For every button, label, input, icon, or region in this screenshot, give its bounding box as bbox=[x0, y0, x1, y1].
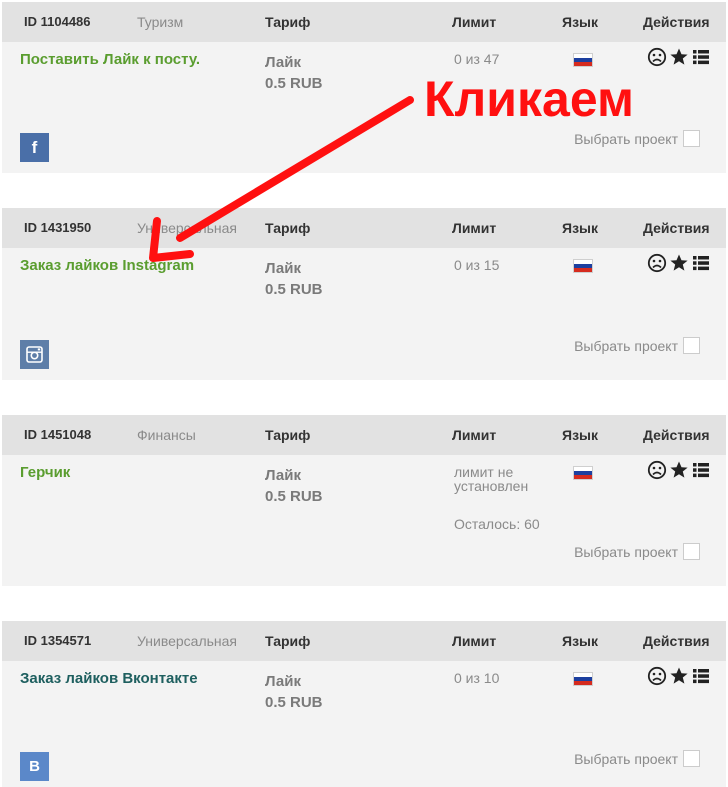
card-body: Заказ лайков Вконтакте Лайк 0.5 RUB 0 из… bbox=[2, 661, 726, 787]
choose-project-checkbox[interactable] bbox=[683, 130, 700, 147]
list-icon[interactable] bbox=[691, 666, 711, 686]
choose-project: Выбрать проект bbox=[574, 543, 700, 560]
limit-header: Лимит bbox=[452, 220, 497, 236]
tariff-header: Тариф bbox=[265, 220, 311, 236]
choose-project-checkbox[interactable] bbox=[683, 337, 700, 354]
tariff-price: 0.5 RUB bbox=[265, 488, 323, 505]
russia-flag-icon bbox=[573, 53, 593, 67]
actions-group bbox=[647, 666, 713, 686]
page: ID 1104486 Туризм Тариф Лимит Язык Дейст… bbox=[0, 0, 728, 787]
tariff-value: Лайк 0.5 RUB bbox=[265, 671, 323, 713]
project-title-link[interactable]: Заказ лайков Вконтакте bbox=[20, 670, 198, 687]
tariff-value: Лайк 0.5 RUB bbox=[265, 52, 323, 94]
card-body: Заказ лайков Instagram Лайк 0.5 RUB 0 из… bbox=[2, 248, 726, 380]
tariff-header: Тариф bbox=[265, 427, 311, 443]
facebook-icon[interactable]: f bbox=[20, 133, 49, 162]
actions-header: Действия bbox=[643, 633, 710, 649]
list-icon[interactable] bbox=[691, 253, 711, 273]
card-header: ID 1451048 Финансы Тариф Лимит Язык Дейс… bbox=[2, 415, 726, 455]
choose-project: Выбрать проект bbox=[574, 337, 700, 354]
tariff-header: Тариф bbox=[265, 633, 311, 649]
star-icon[interactable] bbox=[669, 253, 689, 273]
card-body: Герчик Лайк 0.5 RUB лимит не установлен … bbox=[2, 455, 726, 586]
star-icon[interactable] bbox=[669, 47, 689, 67]
tariff-price: 0.5 RUB bbox=[265, 281, 323, 298]
russia-flag-icon bbox=[573, 672, 593, 686]
list-icon[interactable] bbox=[691, 460, 711, 480]
instagram-icon[interactable] bbox=[20, 340, 49, 369]
actions-header: Действия bbox=[643, 14, 710, 30]
tariff-price: 0.5 RUB bbox=[265, 75, 323, 92]
limit-header: Лимит bbox=[452, 14, 497, 30]
project-title-link[interactable]: Заказ лайков Instagram bbox=[20, 257, 194, 274]
actions-header: Действия bbox=[643, 220, 710, 236]
limit-value: лимит не установлен bbox=[454, 464, 529, 494]
tariff-price: 0.5 RUB bbox=[265, 694, 323, 711]
project-category: Туризм bbox=[137, 14, 184, 30]
limit-value: 0 из 15 bbox=[454, 257, 500, 273]
project-id: ID 1354571 bbox=[24, 633, 92, 648]
tariff-value: Лайк 0.5 RUB bbox=[265, 258, 323, 300]
project-category: Универсальная bbox=[137, 633, 238, 649]
instagram-glyph-icon bbox=[26, 346, 43, 363]
choose-project-checkbox[interactable] bbox=[683, 750, 700, 767]
actions-group bbox=[647, 253, 713, 273]
annotation-label: Кликаем bbox=[424, 71, 634, 127]
remaining-value: Осталось: 60 bbox=[454, 516, 540, 532]
language-header: Язык bbox=[562, 220, 598, 236]
limit-header: Лимит bbox=[452, 633, 497, 649]
russia-flag-icon bbox=[573, 259, 593, 273]
sad-face-icon[interactable] bbox=[647, 460, 667, 480]
language-header: Язык bbox=[562, 633, 598, 649]
tariff-header: Тариф bbox=[265, 14, 311, 30]
actions-group bbox=[647, 47, 713, 67]
actions-group bbox=[647, 460, 713, 480]
limit-value: 0 из 47 bbox=[454, 51, 500, 67]
choose-project-label: Выбрать проект bbox=[574, 130, 678, 147]
choose-project-label: Выбрать проект bbox=[574, 543, 678, 560]
project-id: ID 1431950 bbox=[24, 220, 92, 235]
project-category: Финансы bbox=[137, 427, 196, 443]
tariff-type: Лайк bbox=[265, 673, 301, 690]
choose-project-label: Выбрать проект bbox=[574, 750, 678, 767]
choose-project-checkbox[interactable] bbox=[683, 543, 700, 560]
card-header: ID 1354571 Универсальная Тариф Лимит Язы… bbox=[2, 621, 726, 661]
project-id: ID 1451048 bbox=[24, 427, 92, 442]
project-title-link[interactable]: Поставить Лайк к посту. bbox=[20, 51, 200, 68]
list-icon[interactable] bbox=[691, 47, 711, 67]
card-header: ID 1104486 Туризм Тариф Лимит Язык Дейст… bbox=[2, 2, 726, 42]
language-header: Язык bbox=[562, 14, 598, 30]
choose-project-label: Выбрать проект bbox=[574, 337, 678, 354]
star-icon[interactable] bbox=[669, 666, 689, 686]
sad-face-icon[interactable] bbox=[647, 47, 667, 67]
vk-icon[interactable]: В bbox=[20, 752, 49, 781]
tariff-value: Лайк 0.5 RUB bbox=[265, 465, 323, 507]
choose-project: Выбрать проект bbox=[574, 130, 700, 147]
tariff-type: Лайк bbox=[265, 260, 301, 277]
project-id: ID 1104486 bbox=[24, 14, 91, 29]
sad-face-icon[interactable] bbox=[647, 253, 667, 273]
tariff-type: Лайк bbox=[265, 54, 301, 71]
project-card: ID 1451048 Финансы Тариф Лимит Язык Дейс… bbox=[2, 415, 726, 586]
star-icon[interactable] bbox=[669, 460, 689, 480]
sad-face-icon[interactable] bbox=[647, 666, 667, 686]
tariff-type: Лайк bbox=[265, 467, 301, 484]
project-card: ID 1354571 Универсальная Тариф Лимит Язы… bbox=[2, 621, 726, 787]
card-header: ID 1431950 Универсальная Тариф Лимит Язы… bbox=[2, 208, 726, 248]
russia-flag-icon bbox=[573, 466, 593, 480]
actions-header: Действия bbox=[643, 427, 710, 443]
limit-header: Лимит bbox=[452, 427, 497, 443]
project-card: ID 1431950 Универсальная Тариф Лимит Язы… bbox=[2, 208, 726, 380]
project-title-link[interactable]: Герчик bbox=[20, 464, 70, 481]
language-header: Язык bbox=[562, 427, 598, 443]
limit-value: 0 из 10 bbox=[454, 670, 500, 686]
project-category: Универсальная bbox=[137, 220, 238, 236]
choose-project: Выбрать проект bbox=[574, 750, 700, 767]
